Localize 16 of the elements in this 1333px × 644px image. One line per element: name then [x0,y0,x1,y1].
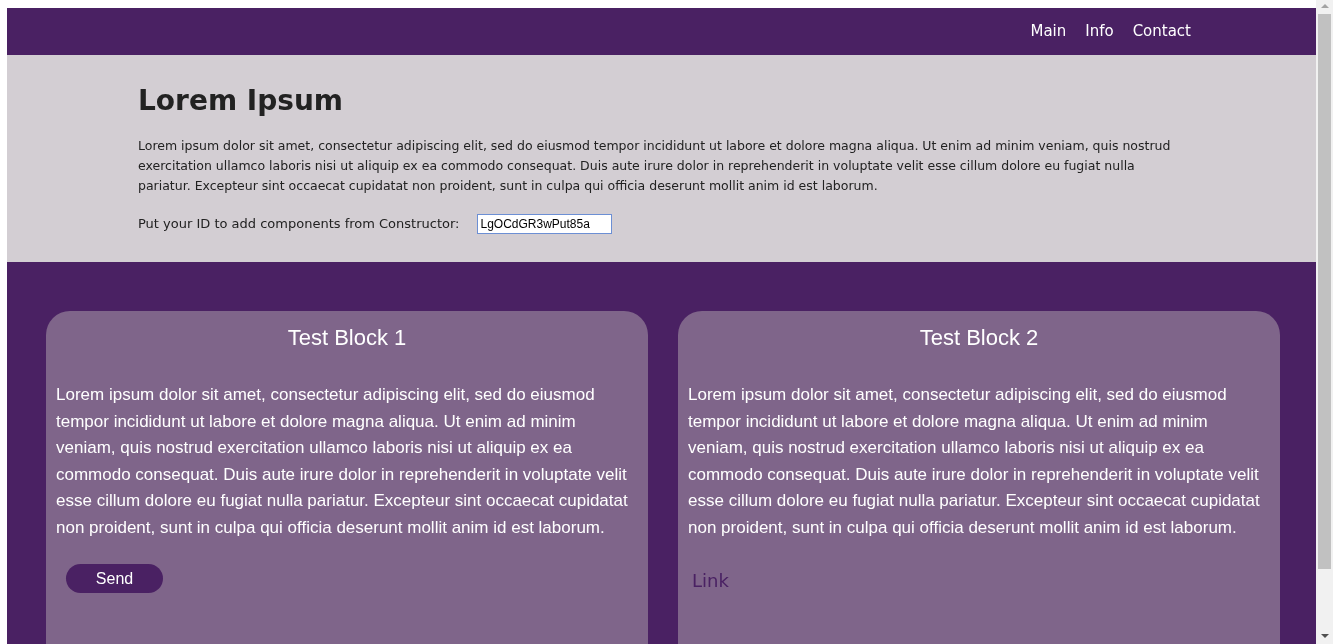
scroll-down-icon[interactable] [1320,634,1329,638]
nav-link[interactable]: Main [1030,20,1067,43]
nav-link[interactable]: Contact [1132,20,1191,43]
block-title: Test Block 2 [918,324,1040,352]
intro-text: Lorem ipsum dolor sit amet, consectetur adipiscing elit, sed do eiusmod tempor incididunt ut labore et dolore magna aliqua. Ut enim ad minim veniam, quis nostrud exercitation ullamco laboris nisi ut aliquip ex ea commodo consequat. Duis aute irure dolor in reprehenderit in voluptate velit esse cillum dolore eu fugiat nulla pariatur. Excepteur sint occaecat cupidatat non proident, sunt in culpa qui officia deserunt mollit anim id est laborum. [138,137,1172,195]
block-text: Lorem ipsum dolor sit amet, consectetur adipiscing elit, sed do eiusmod tempor incididunt ut labore et dolore magna aliqua. Ut enim ad minim veniam, quis nostrud exercitation ullamco laboris nisi ut aliquip ex ea commodo consequat. Duis aute irure dolor in reprehenderit in voluptate velit esse cillum dolore eu fugiat nulla pariatur. Excepteur sint occaecat cupidatat non proident, sunt in culpa qui officia deserunt mollit anim id est laborum. [688,384,1261,539]
id-label: Put your ID to add components from Constructor: [138,215,460,234]
page-title: Lorem Ipsum [138,83,345,118]
block-title: Test Block 1 [286,324,408,352]
scroll-up-icon[interactable] [1320,4,1329,8]
block-text: Lorem ipsum dolor sit amet, consectetur adipiscing elit, sed do eiusmod tempor incididunt ut labore et dolore magna aliqua. Ut enim ad minim veniam, quis nostrud exercitation ullamco laboris nisi ut aliquip ex ea commodo consequat. Duis aute irure dolor in reprehenderit in voluptate velit esse cillum dolore eu fugiat nulla pariatur. Excepteur sint occaecat cupidatat non proident, sunt in culpa qui officia deserunt mollit anim id est laborum. [56,384,629,539]
scrollbar-thumb[interactable] [1318,14,1331,569]
id-field[interactable]: LgOCdGR3wPut85a [477,214,613,234]
send-button[interactable]: Send [66,564,163,593]
scrollbar[interactable] [1316,0,1333,644]
nav-link[interactable]: Info [1085,20,1114,43]
